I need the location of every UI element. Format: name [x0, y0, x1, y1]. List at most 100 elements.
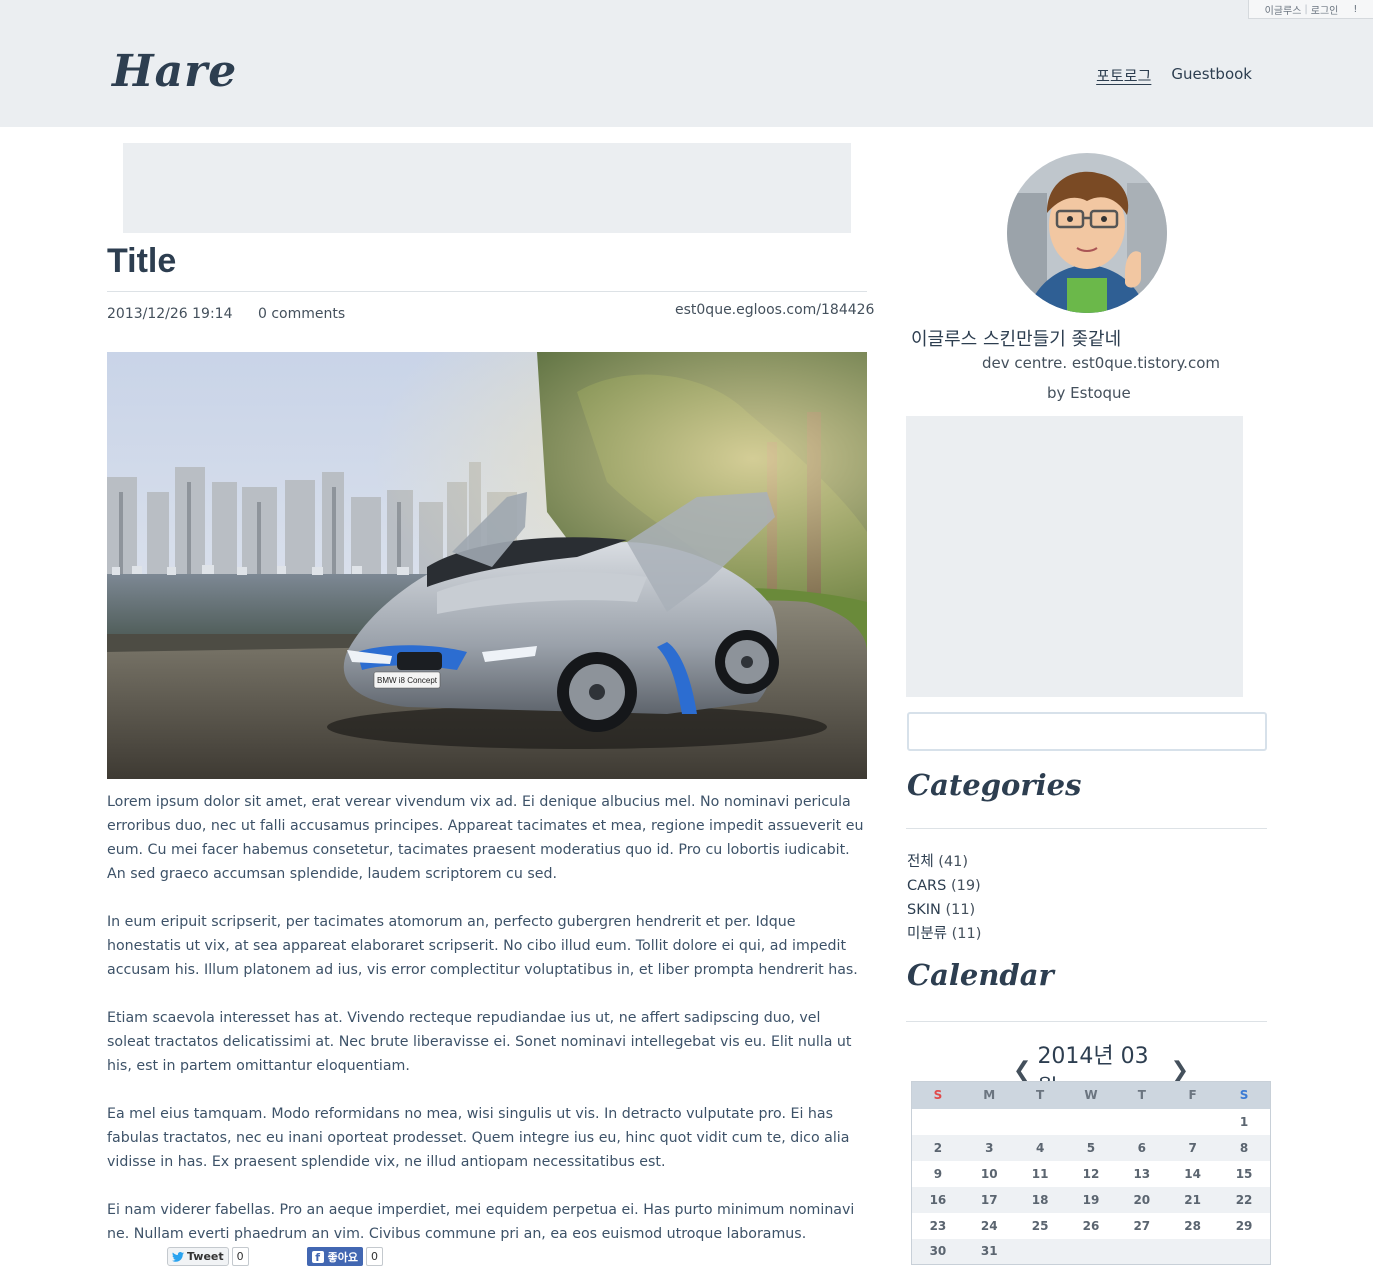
share-bar: Tweet 0 f 좋아요 0	[167, 1247, 384, 1266]
calendar-day[interactable]: 29	[1218, 1213, 1270, 1239]
profile-avatar[interactable]	[1007, 153, 1167, 313]
calendar-day[interactable]: 5	[1065, 1134, 1117, 1161]
calendar-day	[1116, 1238, 1168, 1265]
facebook-like-label: 좋아요	[327, 1250, 359, 1264]
topbar-separator: |	[1304, 3, 1308, 15]
calendar-day	[1218, 1238, 1271, 1265]
calendar-day[interactable]: 22	[1218, 1186, 1271, 1213]
calendar-day[interactable]: 11	[1015, 1161, 1066, 1187]
category-name: CARS	[907, 878, 947, 894]
post-paragraph: In eum eripuit scripserit, per tacimates…	[107, 914, 858, 978]
calendar-day[interactable]: 28	[1167, 1213, 1218, 1239]
post-paragraph: Ei nam viderer fabellas. Pro an aeque im…	[107, 1202, 855, 1242]
calendar-week-row: 2345678	[911, 1134, 1271, 1161]
site-header: 이글루스 | 로그인 ! Hare 포토로그 Guestbook	[0, 0, 1373, 127]
calendar-day[interactable]: 24	[964, 1213, 1015, 1239]
category-count: (11)	[945, 902, 976, 918]
calendar-day[interactable]: 23	[912, 1213, 964, 1239]
facebook-like-button[interactable]: f 좋아요	[306, 1247, 364, 1266]
calendar-day[interactable]: 10	[964, 1161, 1015, 1187]
calendar-day[interactable]: 27	[1116, 1213, 1167, 1239]
twitter-bird-icon	[172, 1251, 184, 1262]
category-name: 전체	[907, 854, 934, 870]
blog-name: 이글루스 스킨만들기 좆같네	[911, 329, 1122, 350]
egloos-link[interactable]: 이글루스	[1265, 2, 1302, 17]
calendar-day[interactable]: 18	[1014, 1186, 1066, 1213]
calendar-day[interactable]: 19	[1065, 1186, 1117, 1213]
calendar-day	[1066, 1109, 1117, 1135]
chevron-left-icon[interactable]: ❮	[1013, 1058, 1031, 1083]
calendar-day[interactable]: 14	[1167, 1161, 1218, 1187]
calendar-day[interactable]: 15	[1218, 1161, 1270, 1187]
category-item[interactable]: SKIN (11)	[907, 898, 981, 922]
calendar-day[interactable]: 21	[1167, 1186, 1219, 1213]
category-count: (19)	[950, 878, 981, 894]
tweet-label: Tweet	[187, 1250, 224, 1263]
nav-photolog[interactable]: 포토로그	[1096, 65, 1151, 86]
calendar-day[interactable]: 7	[1167, 1134, 1219, 1161]
calendar-day	[1065, 1238, 1117, 1265]
post-permalink[interactable]: est0que.egloos.com/184426	[675, 302, 874, 318]
calendar-day[interactable]: 3	[963, 1134, 1015, 1161]
calendar-week-row: 9 10 11 12 13 14 15	[912, 1161, 1271, 1187]
calendar-day	[1014, 1238, 1066, 1265]
weekday-monday: M	[963, 1081, 1015, 1109]
calendar-day[interactable]: 25	[1015, 1213, 1066, 1239]
category-item[interactable]: 전체 (41)	[907, 850, 981, 874]
category-item[interactable]: 미분류 (11)	[907, 922, 981, 946]
calendar-week-row: 16 17 18 19 20 21 22	[911, 1186, 1271, 1213]
calendar-day[interactable]: 16	[911, 1186, 964, 1213]
calendar-day	[1116, 1109, 1167, 1135]
category-count: (11)	[951, 926, 982, 942]
facebook-like-count: 0	[366, 1247, 384, 1266]
calendar-day	[912, 1109, 964, 1135]
categories-heading: Categories	[907, 768, 1082, 802]
calendar-day[interactable]: 1	[1218, 1109, 1270, 1135]
post-title[interactable]: Title	[107, 242, 176, 281]
calendar-week-row: 1	[912, 1109, 1271, 1135]
topbar-notice-icon[interactable]: !	[1353, 4, 1357, 15]
nav-guestbook[interactable]: Guestbook	[1171, 65, 1252, 86]
category-count: (41)	[938, 854, 969, 870]
login-link[interactable]: 로그인	[1311, 2, 1339, 17]
post-comments-link[interactable]: 0 comments	[258, 306, 345, 322]
top-ad-banner	[123, 143, 851, 233]
search-input[interactable]	[907, 712, 1267, 751]
car-photo-illustration: BMW i8 Concept	[107, 352, 867, 779]
blog-description: dev centre. est0que.tistory.com	[982, 354, 1220, 372]
calendar-day[interactable]: 2	[911, 1134, 964, 1161]
calendar-day[interactable]: 13	[1116, 1161, 1167, 1187]
calendar-day[interactable]: 12	[1066, 1161, 1117, 1187]
calendar-day	[964, 1109, 1015, 1135]
calendar-body: 1 2 3 4 5 6 7 8 9 10 11 12 13 14 15 16 17 18 19 20 21 22 23 24 2…	[911, 1109, 1271, 1265]
calendar-day[interactable]: 26	[1066, 1213, 1117, 1239]
weekday-tuesday: T	[1014, 1081, 1066, 1109]
weekday-thursday: T	[1116, 1081, 1168, 1109]
calendar-day	[1167, 1109, 1218, 1135]
calendar-day[interactable]: 30	[911, 1238, 964, 1265]
license-plate-text: BMW i8 Concept	[377, 676, 438, 685]
tweet-button[interactable]: Tweet	[167, 1247, 229, 1266]
chevron-right-icon[interactable]: ❯	[1171, 1058, 1189, 1083]
weekday-sunday: S	[911, 1081, 964, 1109]
post-body: Lorem ipsum dolor sit amet, erat verear …	[107, 790, 867, 1270]
calendar-table: S M T W T F S 1 2 3 4 5 6 7 8 9 10 11 12 13 14 15 16 17 1…	[911, 1081, 1271, 1265]
calendar-day[interactable]: 31	[963, 1238, 1015, 1265]
category-item[interactable]: CARS (19)	[907, 874, 981, 898]
calendar-week-row: 30 31	[911, 1238, 1271, 1265]
post-hero-image: BMW i8 Concept	[107, 352, 867, 779]
blog-author: by Estoque	[1047, 384, 1131, 402]
calendar-day[interactable]: 9	[912, 1161, 964, 1187]
calendar-day	[1015, 1109, 1066, 1135]
post-paragraph: Etiam scaevola interesset has at. Vivend…	[107, 1010, 852, 1074]
calendar-day[interactable]: 8	[1218, 1134, 1271, 1161]
egloos-topbar: 이글루스 | 로그인 !	[1248, 0, 1373, 19]
calendar-day[interactable]: 20	[1116, 1186, 1168, 1213]
calendar-day[interactable]: 17	[963, 1186, 1015, 1213]
calendar-weekday-row: S M T W T F S	[911, 1081, 1271, 1109]
tweet-count: 0	[231, 1247, 249, 1266]
site-logo[interactable]: Hare	[112, 46, 237, 97]
calendar-day[interactable]: 4	[1014, 1134, 1066, 1161]
categories-divider	[906, 828, 1267, 829]
calendar-day[interactable]: 6	[1116, 1134, 1168, 1161]
